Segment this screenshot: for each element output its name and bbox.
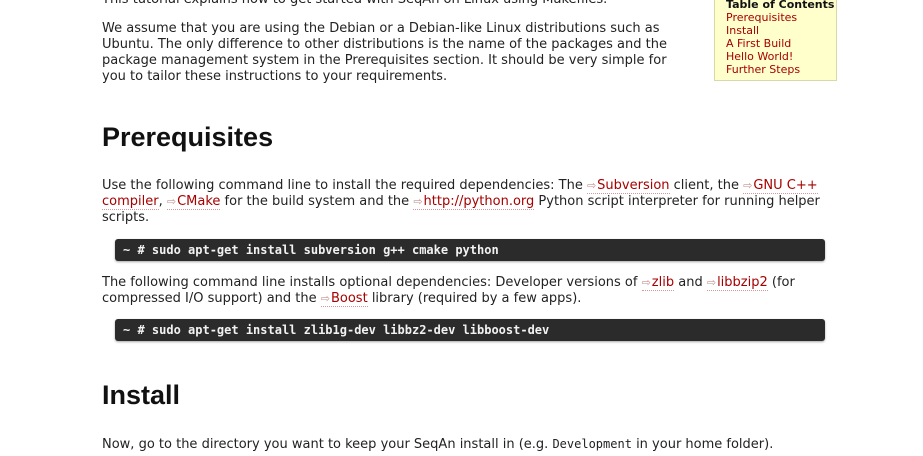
optional-deps-paragraph: The following command line installs opti… <box>102 275 822 307</box>
cmake-link[interactable]: ⇨CMake <box>166 194 221 210</box>
table-of-contents: Table of Contents Prerequisites Install … <box>714 0 837 81</box>
external-link-icon: ⇨ <box>166 195 177 208</box>
external-link-icon: ⇨ <box>743 179 753 192</box>
libbzip2-link[interactable]: ⇨libbzip2 <box>706 275 768 291</box>
text-span: The following command line installs opti… <box>102 275 642 290</box>
text-span: client, the <box>669 178 744 193</box>
text-span: and <box>674 275 707 290</box>
install-paragraph: Now, go to the directory you want to kee… <box>102 436 862 453</box>
command-block-optional: ~ # sudo apt-get install zlib1g-dev libb… <box>115 319 825 341</box>
toc-title: Table of Contents <box>726 0 835 11</box>
toc-link-hello-world[interactable]: Hello World! <box>726 50 836 63</box>
text-span: library (required by a few apps). <box>367 291 582 306</box>
external-link-icon: ⇨ <box>413 195 423 208</box>
python-link-label: http://python.org <box>423 194 535 209</box>
toc-link-install[interactable]: Install <box>726 24 836 37</box>
toc-link-further-steps[interactable]: Further Steps <box>726 63 836 76</box>
external-link-icon: ⇨ <box>320 292 330 305</box>
boost-link[interactable]: ⇨Boost <box>320 291 368 307</box>
subversion-link-label: Subversion <box>597 178 670 193</box>
text-span: , <box>158 194 167 209</box>
python-link[interactable]: ⇨http://python.org <box>413 194 535 210</box>
install-heading: Install <box>102 380 181 410</box>
prerequisites-paragraph: Use the following command line to instal… <box>102 178 822 226</box>
zlib-link[interactable]: ⇨zlib <box>641 275 675 291</box>
external-link-icon: ⇨ <box>586 179 597 192</box>
toc-link-first-build[interactable]: A First Build <box>726 37 836 50</box>
cmake-link-label: CMake <box>177 194 221 209</box>
external-link-icon: ⇨ <box>641 276 651 289</box>
external-link-icon: ⇨ <box>706 276 717 289</box>
command-block-required: ~ # sudo apt-get install subversion g++ … <box>115 239 825 261</box>
intro-paragraph: We assume that you are using the Debian … <box>102 21 667 84</box>
inline-code: Development <box>552 437 632 451</box>
toc-link-prerequisites[interactable]: Prerequisites <box>726 11 836 24</box>
zlib-link-label: zlib <box>651 275 675 290</box>
boost-link-label: Boost <box>330 291 368 306</box>
document-page: This tutorial explains how to get starte… <box>0 0 923 456</box>
prerequisites-heading: Prerequisites <box>102 122 274 152</box>
subversion-link[interactable]: ⇨Subversion <box>586 178 670 194</box>
text-span: for the build system and the <box>220 194 414 209</box>
libbzip2-link-label: libbzip2 <box>717 275 768 290</box>
text-span: Use the following command line to instal… <box>102 178 587 193</box>
text-span: in your home folder). <box>631 437 774 452</box>
text-span: Now, go to the directory you want to kee… <box>102 437 553 452</box>
